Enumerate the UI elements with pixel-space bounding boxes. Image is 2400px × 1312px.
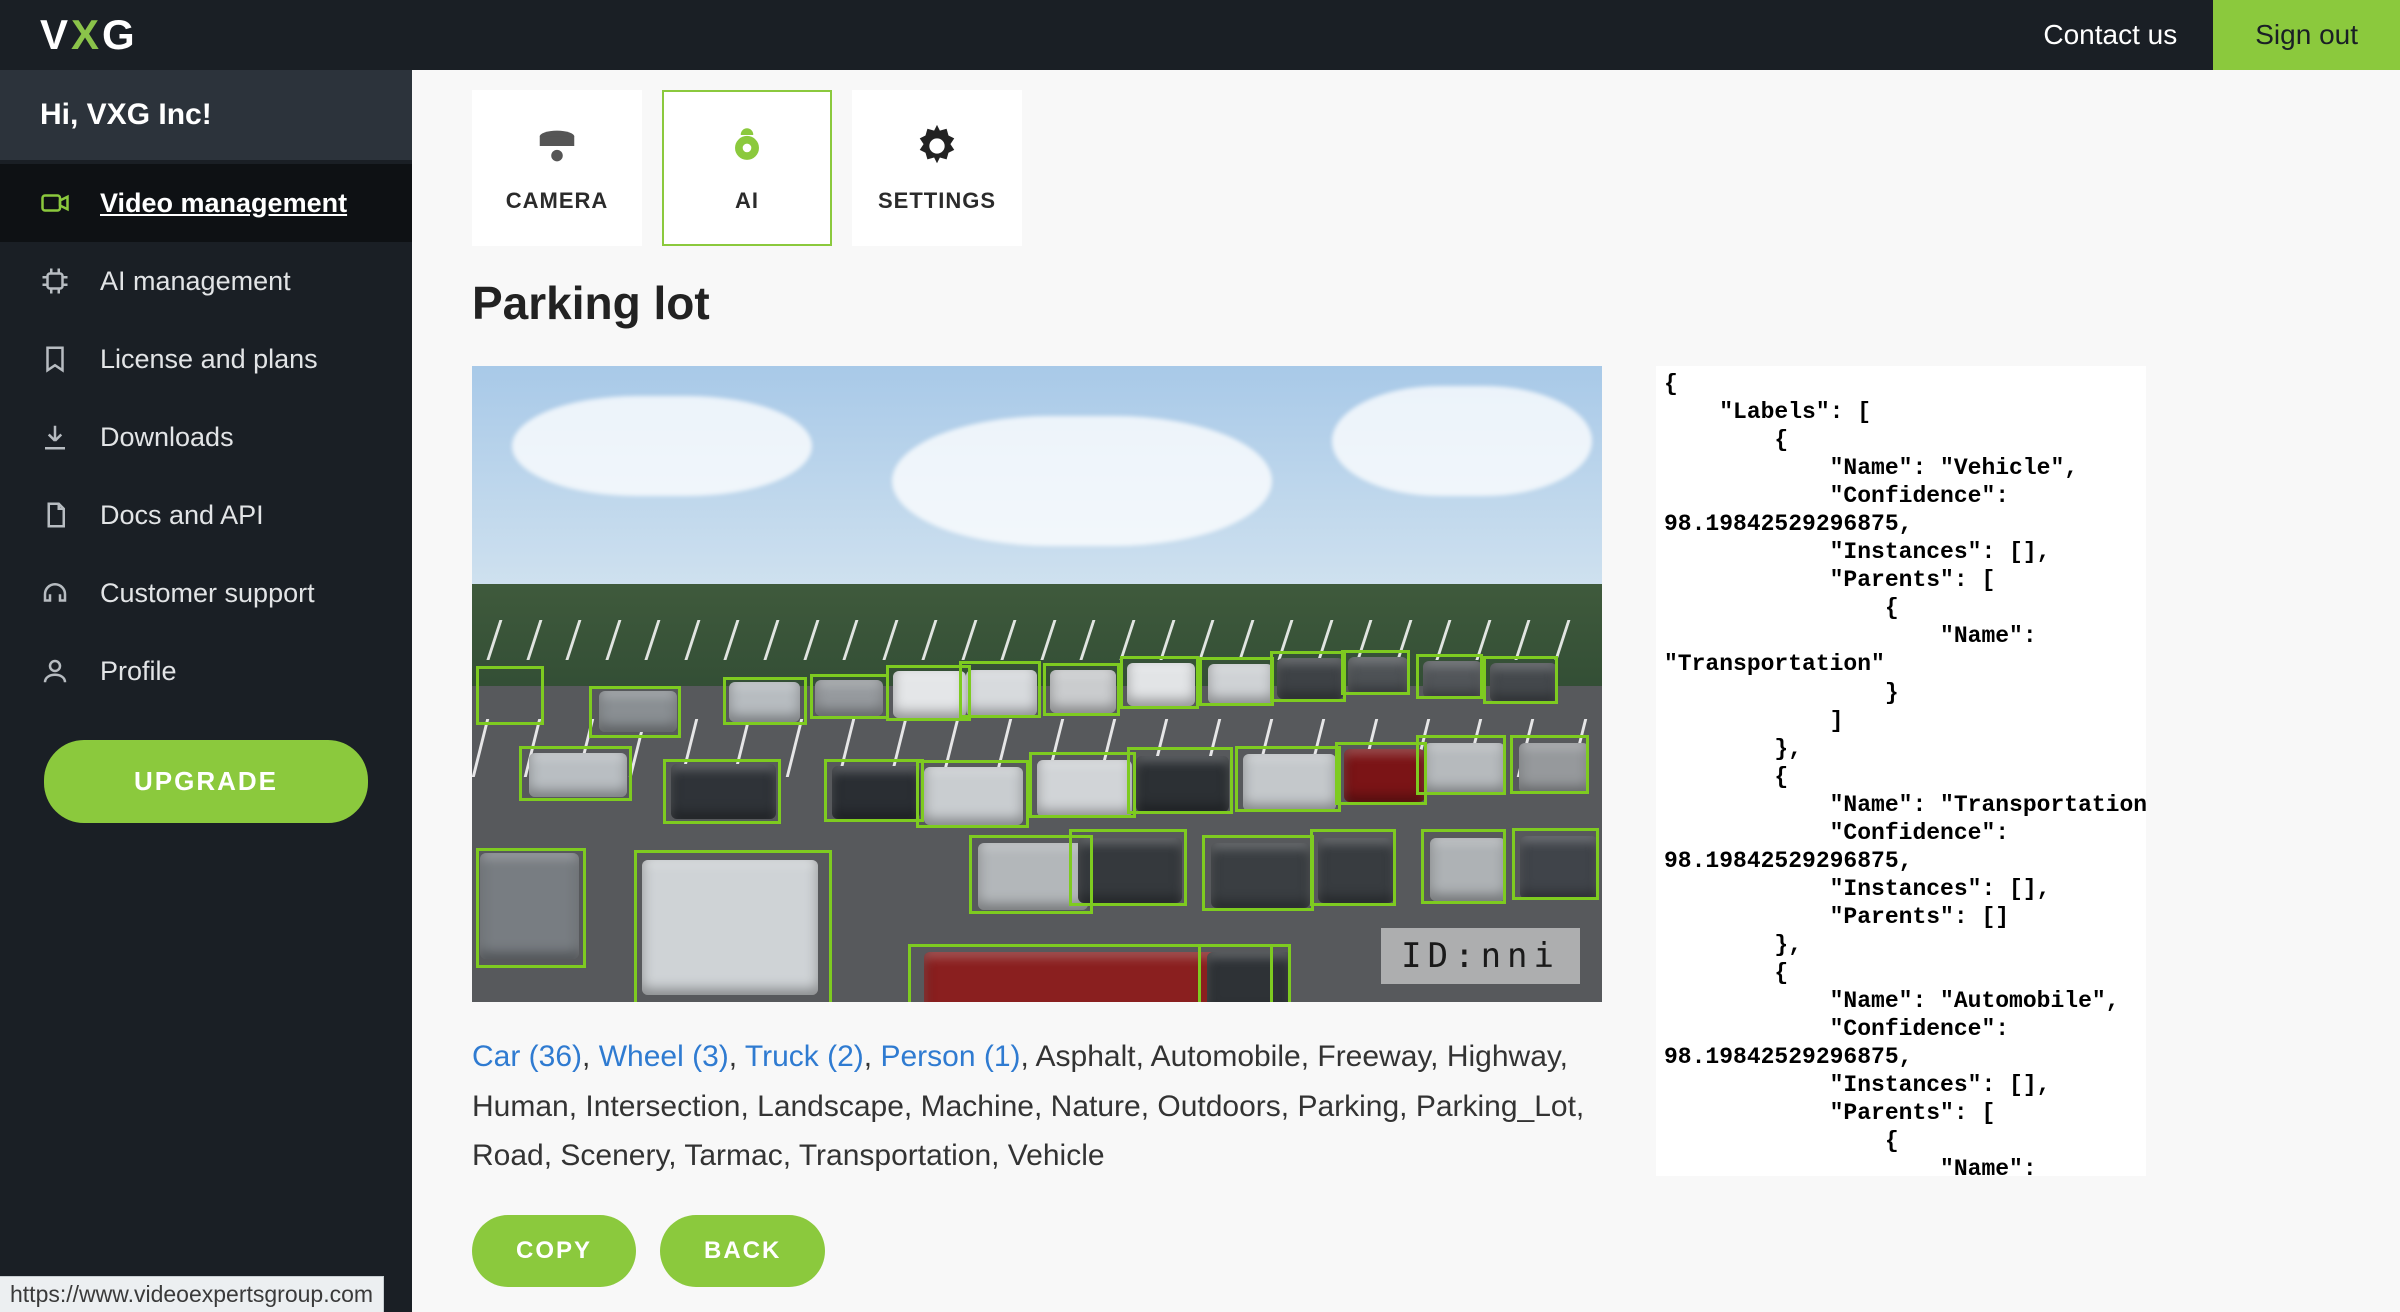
logo-text-1: V	[40, 11, 69, 59]
detection-box	[1043, 663, 1121, 717]
detection-box	[1483, 656, 1558, 704]
sidebar-item-ai-management[interactable]: AI management	[0, 242, 412, 320]
detection-box	[1416, 735, 1506, 796]
topbar: VXG Contact us Sign out	[0, 0, 2400, 70]
sidebar-item-support[interactable]: Customer support	[0, 554, 412, 632]
logo-text-2: G	[102, 11, 136, 59]
sign-out-button[interactable]: Sign out	[2213, 0, 2400, 70]
detection-box	[1127, 747, 1233, 813]
camera-tab-icon	[533, 122, 581, 170]
gear-icon	[913, 122, 961, 170]
detection-box	[1069, 829, 1186, 905]
detection-box	[1202, 835, 1314, 911]
topbar-right: Contact us Sign out	[2007, 0, 2400, 70]
sidebar: Hi, VXG Inc! Video management AI managem…	[0, 70, 412, 1312]
copy-button[interactable]: COPY	[472, 1215, 636, 1287]
tab-camera[interactable]: CAMERA	[472, 90, 642, 246]
detection-box	[634, 850, 832, 1002]
timestamp-overlay: ID:nni	[1381, 928, 1580, 984]
sidebar-item-docs[interactable]: Docs and API	[0, 476, 412, 554]
detection-box	[1416, 654, 1484, 699]
detection-box	[1235, 746, 1341, 812]
main-content: CAMERA AI SETTINGS Parking lot	[412, 70, 2400, 1312]
logo-accent: X	[71, 11, 100, 59]
detection-box	[1199, 657, 1274, 706]
detection-box	[663, 759, 782, 824]
tab-label: CAMERA	[506, 188, 609, 214]
detection-tag-link[interactable]: Truck (2)	[745, 1040, 864, 1073]
chip-icon	[38, 264, 72, 298]
detection-box	[1270, 651, 1346, 702]
detection-box	[589, 686, 681, 738]
sidebar-item-label: Profile	[100, 656, 177, 687]
user-icon	[38, 654, 72, 688]
tab-bar: CAMERA AI SETTINGS	[472, 90, 2340, 246]
sidebar-item-label: AI management	[100, 266, 291, 297]
detection-box	[886, 665, 971, 722]
sidebar-item-video-management[interactable]: Video management	[0, 164, 412, 242]
detection-box	[1421, 829, 1506, 904]
detection-box	[1198, 944, 1291, 1002]
detection-box	[1120, 656, 1199, 710]
brand-logo: VXG	[40, 11, 136, 59]
page-title: Parking lot	[472, 276, 2340, 330]
document-icon	[38, 498, 72, 532]
detection-box	[959, 661, 1041, 718]
sidebar-item-label: Customer support	[100, 578, 315, 609]
detection-box	[1310, 829, 1396, 905]
sidebar-item-label: License and plans	[100, 344, 318, 375]
detection-tag-link[interactable]: Wheel (3)	[599, 1040, 729, 1073]
detection-box	[1029, 752, 1136, 818]
detection-box	[519, 746, 632, 801]
bookmark-icon	[38, 342, 72, 376]
back-button[interactable]: BACK	[660, 1215, 825, 1287]
status-bar-url: https://www.videoexpertsgroup.com	[0, 1276, 384, 1312]
tab-ai[interactable]: AI	[662, 90, 832, 246]
tab-label: SETTINGS	[878, 188, 996, 214]
sidebar-item-license[interactable]: License and plans	[0, 320, 412, 398]
tab-label: AI	[735, 188, 759, 214]
detection-tags: Car (36), Wheel (3), Truck (2), Person (…	[472, 1032, 1602, 1181]
detection-preview: ID:nni	[472, 366, 1602, 1002]
detection-box	[824, 759, 924, 823]
detection-box	[723, 677, 806, 725]
sidebar-nav: Video management AI management License a…	[0, 160, 412, 710]
detection-box	[810, 674, 889, 719]
ai-tab-icon	[723, 122, 771, 170]
sidebar-item-profile[interactable]: Profile	[0, 632, 412, 710]
sidebar-item-downloads[interactable]: Downloads	[0, 398, 412, 476]
detection-tag-link[interactable]: Car (36)	[472, 1040, 582, 1073]
json-output-panel[interactable]: { "Labels": [ { "Name": "Vehicle", "Conf…	[1656, 366, 2146, 1176]
detection-box	[1510, 735, 1589, 794]
detection-box	[1335, 742, 1427, 806]
sidebar-item-label: Docs and API	[100, 500, 264, 531]
headset-icon	[38, 576, 72, 610]
contact-us-link[interactable]: Contact us	[2007, 0, 2213, 70]
detection-box	[1512, 828, 1600, 900]
greeting-text: Hi, VXG Inc!	[0, 70, 412, 160]
detection-box	[916, 760, 1029, 828]
download-icon	[38, 420, 72, 454]
sidebar-item-label: Video management	[100, 188, 347, 219]
camera-icon	[38, 186, 72, 220]
detection-box	[476, 666, 544, 725]
detection-box	[1341, 650, 1410, 695]
tab-settings[interactable]: SETTINGS	[852, 90, 1022, 246]
detection-box	[476, 848, 586, 968]
upgrade-button[interactable]: UPGRADE	[44, 740, 368, 823]
sidebar-item-label: Downloads	[100, 422, 234, 453]
detection-tag-link[interactable]: Person (1)	[880, 1040, 1020, 1073]
